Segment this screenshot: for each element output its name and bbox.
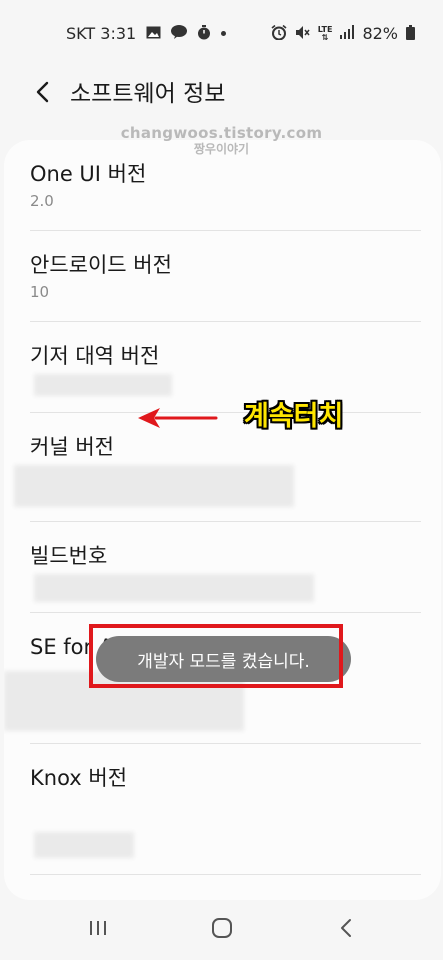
navigation-bar	[0, 905, 443, 960]
data-arrows-icon: ⇅	[321, 32, 329, 42]
status-time: 3:31	[100, 24, 137, 43]
back-button[interactable]	[24, 76, 60, 112]
watermark-name: 짱우이야기	[193, 142, 250, 156]
redacted-value	[34, 832, 134, 858]
back-icon	[339, 918, 353, 942]
watermark: changwoos.tistory.com 짱우이야기	[0, 124, 443, 157]
mute-icon	[295, 25, 310, 43]
timer-icon	[197, 24, 211, 43]
settings-card: One UI 버전 2.0 안드로이드 버전 10 기저 대역 버전 커널 버전…	[4, 140, 441, 900]
recents-button[interactable]	[76, 915, 120, 945]
item-title: 기저 대역 버전	[30, 344, 160, 368]
recents-icon	[88, 919, 108, 941]
status-bar: SKT 3:31 LTE ⇅ 82%	[0, 0, 443, 66]
list-item-android-version[interactable]: 안드로이드 버전 10	[4, 231, 441, 321]
annotation-arrow-icon	[136, 404, 220, 436]
chevron-left-icon	[35, 81, 49, 107]
item-title: Knox 버전	[30, 766, 128, 790]
item-value: 10	[30, 283, 50, 301]
signal-icon	[340, 25, 355, 42]
alarm-icon	[271, 24, 287, 43]
list-item-baseband-version[interactable]: 기저 대역 버전	[4, 322, 441, 412]
status-carrier-time: SKT 3:31	[66, 24, 136, 43]
carrier: SKT	[66, 24, 96, 43]
page-title: 소프트웨어 정보	[70, 81, 226, 107]
item-title: 빌드번호	[30, 544, 108, 568]
app-bar: 소프트웨어 정보	[0, 66, 443, 118]
item-value: 2.0	[30, 192, 54, 210]
list-item-kernel-version[interactable]: 커널 버전	[4, 413, 441, 521]
list-item-knox-version[interactable]: Knox 버전	[4, 744, 441, 874]
redacted-value	[34, 574, 314, 602]
status-left: SKT 3:31	[66, 24, 227, 43]
home-icon	[211, 917, 233, 943]
home-button[interactable]	[200, 915, 244, 945]
annotation-text: 계속터치	[244, 401, 344, 432]
lte-indicator: LTE ⇅	[318, 25, 333, 42]
item-title: 안드로이드 버전	[30, 253, 172, 277]
redacted-value	[14, 465, 294, 507]
divider	[30, 874, 421, 875]
battery-percent: 82%	[362, 24, 398, 43]
list-item-build-number[interactable]: 빌드번호	[4, 522, 441, 612]
redacted-value	[34, 374, 172, 396]
more-notifications-dot	[221, 31, 227, 36]
item-title: One UI 버전	[30, 162, 147, 186]
battery-icon	[406, 24, 415, 43]
status-right: LTE ⇅ 82%	[271, 24, 415, 43]
gallery-icon	[146, 26, 161, 42]
talk-icon	[171, 25, 188, 42]
toast-highlight-box	[89, 624, 343, 688]
nav-back-button[interactable]	[324, 915, 368, 945]
item-title: 커널 버전	[30, 435, 114, 459]
